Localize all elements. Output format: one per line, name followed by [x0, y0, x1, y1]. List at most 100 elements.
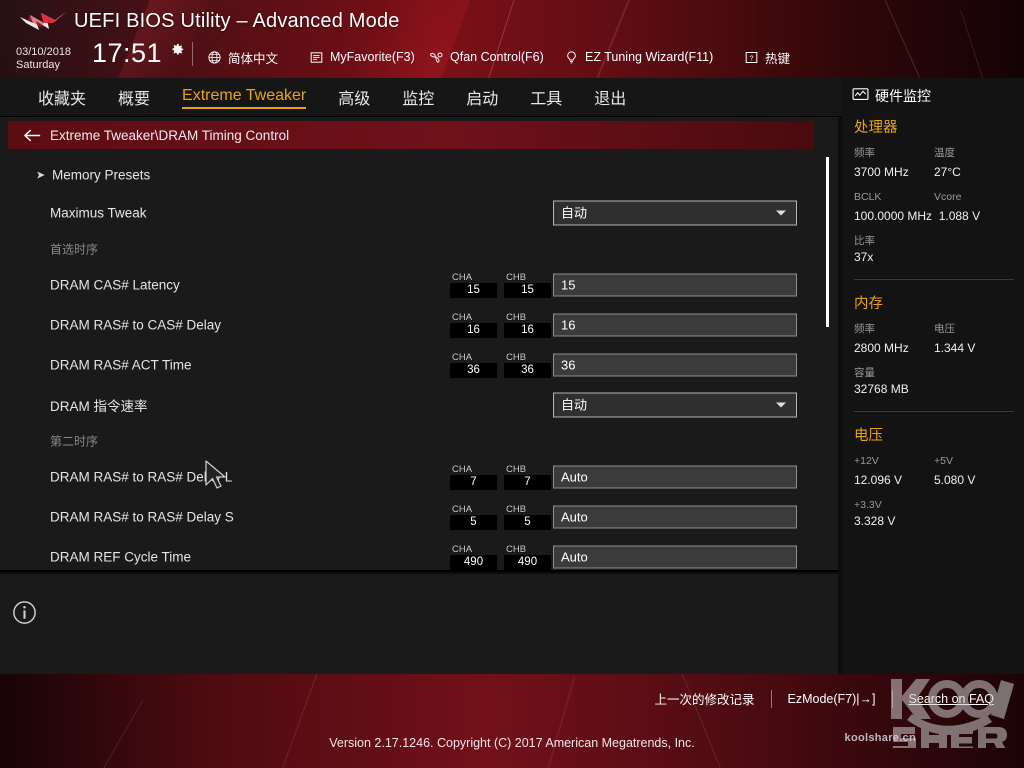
channel-b-value: 16 [504, 323, 551, 338]
header-item-label: 热键 [765, 48, 790, 67]
channel-a-value: 15 [450, 283, 497, 298]
sidebar-divider [854, 279, 1014, 280]
settings-row-maximus-tweak: Maximus Tweak 自动 [0, 193, 820, 233]
page-title: UEFI BIOS Utility – Advanced Mode [74, 10, 400, 33]
row-label: DRAM CAS# Latency [50, 278, 180, 293]
settings-item-label: Memory Presets [52, 168, 150, 183]
tab-main[interactable]: 概要 [118, 85, 150, 111]
gear-icon[interactable] [170, 42, 185, 57]
channel-a-value: 490 [450, 555, 497, 570]
maximus-tweak-dropdown[interactable]: 自动 [553, 201, 797, 226]
stat-key: +12V [854, 454, 934, 469]
dropdown-value: 自动 [561, 398, 587, 413]
stat-block: 频率 温度 3700 MHz 27°C [854, 146, 1014, 181]
stat-value: 100.0000 MHz [854, 208, 939, 225]
vertical-scrollbar[interactable] [826, 157, 829, 327]
channel-b-value: 490 [504, 555, 551, 570]
stat-values: 3700 MHz 27°C [854, 164, 1014, 181]
channel-a-value: 7 [450, 475, 497, 490]
list-icon [308, 49, 324, 65]
settings-row-dram-ras-to-cas-delay: DRAM RAS# to CAS# Delay CHA 16 CHB 16 16 [0, 305, 820, 345]
row-label: Maximus Tweak [50, 206, 147, 221]
stat-block: 比率 37x [854, 234, 1014, 266]
channel-a-label: CHA [450, 544, 497, 555]
channel-readout: CHA 7 CHB 7 [450, 464, 551, 490]
tab-boot[interactable]: 启动 [466, 85, 498, 111]
header-bar: UEFI BIOS Utility – Advanced Mode 03/10/… [0, 0, 1024, 78]
header-item-myfavorite[interactable]: MyFavorite(F3) [308, 47, 415, 67]
channel-a-label: CHA [450, 352, 497, 363]
sidebar-section-memory: 内存 频率 电压 2800 MHz 1.344 V 容量 32768 MB [854, 292, 1014, 398]
row-label: DRAM RAS# to RAS# Delay S [50, 510, 234, 525]
header-item-hotkeys[interactable]: ? 热键 [743, 47, 790, 67]
channel-b-label: CHB [504, 352, 551, 363]
tab-advanced[interactable]: 高级 [338, 85, 370, 111]
section-label: 第二时序 [50, 433, 98, 450]
sidebar-title-label: 硬件监控 [875, 86, 931, 106]
breadcrumb[interactable]: Extreme Tweaker\DRAM Timing Control [8, 121, 814, 149]
channel-b-label: CHB [504, 544, 551, 555]
section-title: 内存 [854, 292, 1014, 313]
stat-key: Vcore [934, 190, 1014, 205]
sidebar-divider [854, 411, 1014, 412]
date-value: 03/10/2018 [16, 46, 71, 59]
stat-keys: BCLK Vcore [854, 190, 1014, 205]
tab-exit[interactable]: 退出 [594, 85, 626, 111]
stat-values: 12.096 V 5.080 V [854, 472, 1014, 489]
channel-a-value: 5 [450, 515, 497, 530]
info-icon[interactable] [12, 600, 37, 625]
tab-monitor[interactable]: 监控 [402, 85, 434, 111]
tab-extreme-tweaker[interactable]: Extreme Tweaker [182, 87, 306, 109]
stat-value: 3700 MHz [854, 164, 934, 181]
channel-b: CHB 16 [504, 312, 551, 338]
dram-ras-to-ras-delay-s-input[interactable]: Auto [553, 506, 797, 529]
header-item-ez-tuning[interactable]: EZ Tuning Wizard(F11) [563, 47, 713, 67]
stat-key: 频率 [854, 322, 934, 337]
stat-value: 12.096 V [854, 472, 934, 489]
footer-link-last-modified[interactable]: 上一次的修改记录 [639, 689, 771, 708]
stat-block: 频率 电压 2800 MHz 1.344 V [854, 322, 1014, 357]
question-box-icon: ? [743, 49, 759, 65]
channel-b-value: 36 [504, 363, 551, 378]
footer-decoration [98, 700, 144, 768]
tab-favorites[interactable]: 收藏夹 [38, 85, 86, 111]
footer-decoration [281, 674, 320, 768]
channel-readout: CHA 5 CHB 5 [450, 504, 551, 530]
header-item-label: EZ Tuning Wizard(F11) [585, 50, 713, 64]
channel-readout: CHA 15 CHB 15 [450, 272, 551, 298]
section-title: 处理器 [854, 116, 1014, 137]
footer-bar: 上一次的修改记录 EzMode(F7)|→] Search on FAQ koo [0, 674, 1024, 768]
stat-keys: +12V +5V [854, 454, 1014, 469]
channel-b: CHB 15 [504, 272, 551, 298]
channel-a-value: 16 [450, 323, 497, 338]
stat-key: 温度 [934, 146, 1014, 161]
channel-b-value: 5 [504, 515, 551, 530]
settings-item-memory-presets[interactable]: ➤ Memory Presets [0, 157, 820, 193]
dram-cas-latency-input[interactable]: 15 [553, 274, 797, 297]
channel-b: CHB 5 [504, 504, 551, 530]
header-item-qfan[interactable]: Qfan Control(F6) [428, 47, 544, 67]
stat-values: 2800 MHz 1.344 V [854, 340, 1014, 357]
arrow-left-icon[interactable] [22, 127, 42, 143]
dram-ref-cycle-time-input[interactable]: Auto [553, 546, 797, 569]
row-label: DRAM RAS# to RAS# Delay L [50, 470, 232, 485]
footer-decoration [546, 676, 575, 768]
chevron-down-icon [776, 403, 786, 408]
channel-b-label: CHB [504, 312, 551, 323]
channel-b-value: 15 [504, 283, 551, 298]
dram-ras-to-ras-delay-l-input[interactable]: Auto [553, 466, 797, 489]
dram-ras-act-time-input[interactable]: 36 [553, 354, 797, 377]
tab-tool[interactable]: 工具 [530, 85, 562, 111]
dram-ras-to-cas-delay-input[interactable]: 16 [553, 314, 797, 337]
channel-a-label: CHA [450, 312, 497, 323]
rog-logo-icon [18, 8, 68, 36]
row-label: DRAM 指令速率 [50, 395, 148, 415]
channel-readout: CHA 16 CHB 16 [450, 312, 551, 338]
footer-link-ezmode[interactable]: EzMode(F7)|→] [772, 692, 892, 706]
stat-value: 3.328 V [854, 513, 1014, 530]
weekday-value: Saturday [16, 59, 71, 72]
dram-command-rate-dropdown[interactable]: 自动 [553, 393, 797, 418]
channel-a: CHA 36 [450, 352, 497, 378]
header-item-language[interactable]: 简体中文 [206, 47, 278, 67]
sidebar-sections: 处理器 频率 温度 3700 MHz 27°C BCLK Vcore [854, 116, 1014, 539]
